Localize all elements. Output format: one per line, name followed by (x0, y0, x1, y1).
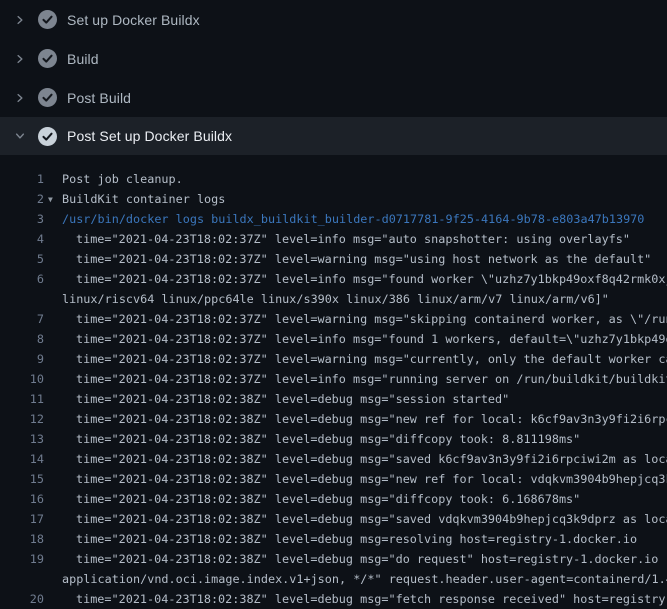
log-line-number[interactable]: 14 (0, 449, 44, 469)
group-label: BuildKit container logs (62, 192, 225, 206)
group-caret-icon: ▼ (48, 190, 62, 209)
log-row: 6time="2021-04-23T18:02:37Z" level=info … (0, 269, 667, 289)
log-row: 11time="2021-04-23T18:02:38Z" level=debu… (0, 389, 667, 409)
check-circle-icon (38, 49, 57, 68)
log-line-number[interactable]: 12 (0, 409, 44, 429)
log-row: 2▼BuildKit container logs (0, 189, 667, 209)
log-line-number[interactable]: 3 (0, 209, 44, 229)
log-line-number (0, 289, 44, 309)
log-row: 19time="2021-04-23T18:02:38Z" level=debu… (0, 549, 667, 569)
log-row: 14time="2021-04-23T18:02:38Z" level=debu… (0, 449, 667, 469)
log-line-number[interactable]: 18 (0, 529, 44, 549)
step-list: Set up Docker Buildx Build Post Build Post … (0, 0, 667, 155)
step-row[interactable]: Post Set up Docker Buildx (0, 117, 667, 155)
log-row: 12time="2021-04-23T18:02:38Z" level=debu… (0, 409, 667, 429)
log-text: time="2021-04-23T18:02:38Z" level=debug … (44, 469, 667, 489)
step-label: Post Set up Docker Buildx (67, 128, 232, 144)
log-text: time="2021-04-23T18:02:37Z" level=warnin… (44, 349, 667, 369)
log-text: time="2021-04-23T18:02:37Z" level=info m… (44, 369, 667, 389)
log-text: time="2021-04-23T18:02:38Z" level=debug … (44, 529, 637, 549)
check-circle-icon (38, 10, 57, 29)
chevron-right-icon (12, 90, 28, 106)
log-line-number[interactable]: 15 (0, 469, 44, 489)
log-text: time="2021-04-23T18:02:37Z" level=info m… (44, 229, 630, 249)
log-text: time="2021-04-23T18:02:38Z" level=debug … (44, 449, 667, 469)
step-row[interactable]: Build (0, 39, 667, 78)
log-text: Post job cleanup. (44, 169, 183, 189)
log-line-number[interactable]: 6 (0, 269, 44, 289)
log-row: 13time="2021-04-23T18:02:38Z" level=debu… (0, 429, 667, 449)
log-text: time="2021-04-23T18:02:38Z" level=debug … (44, 429, 580, 449)
log-viewer: 1Post job cleanup.2▼BuildKit container l… (0, 155, 667, 609)
log-row: 8time="2021-04-23T18:02:37Z" level=info … (0, 329, 667, 349)
log-row: 16time="2021-04-23T18:02:38Z" level=debu… (0, 489, 667, 509)
log-line-number[interactable]: 9 (0, 349, 44, 369)
log-command-text: /usr/bin/docker logs buildx_buildkit_bui… (44, 209, 644, 229)
step-label: Post Build (67, 90, 131, 106)
log-row: 10time="2021-04-23T18:02:37Z" level=info… (0, 369, 667, 389)
log-row: application/vnd.oci.image.index.v1+json,… (0, 569, 667, 589)
log-row: 3/usr/bin/docker logs buildx_buildkit_bu… (0, 209, 667, 229)
log-row: 17time="2021-04-23T18:02:38Z" level=debu… (0, 509, 667, 529)
chevron-right-icon (12, 51, 28, 67)
step-label: Build (67, 51, 99, 67)
step-label: Set up Docker Buildx (67, 12, 200, 28)
log-row: 5time="2021-04-23T18:02:37Z" level=warni… (0, 249, 667, 269)
log-row: 20time="2021-04-23T18:02:38Z" level=debu… (0, 589, 667, 609)
log-text: time="2021-04-23T18:02:37Z" level=warnin… (44, 309, 667, 329)
log-text: time="2021-04-23T18:02:38Z" level=debug … (44, 489, 580, 509)
log-row: 9time="2021-04-23T18:02:37Z" level=warni… (0, 349, 667, 369)
log-line-number[interactable]: 2 (0, 189, 44, 209)
step-row[interactable]: Set up Docker Buildx (0, 0, 667, 39)
chevron-right-icon (12, 12, 28, 28)
step-row[interactable]: Post Build (0, 78, 667, 117)
log-text: time="2021-04-23T18:02:38Z" level=debug … (44, 509, 667, 529)
log-line-number[interactable]: 5 (0, 249, 44, 269)
chevron-down-icon (12, 128, 28, 144)
log-row: 7time="2021-04-23T18:02:37Z" level=warni… (0, 309, 667, 329)
log-text: time="2021-04-23T18:02:37Z" level=info m… (44, 329, 667, 349)
log-row: linux/riscv64 linux/ppc64le linux/s390x … (0, 289, 667, 309)
log-text: time="2021-04-23T18:02:38Z" level=debug … (44, 549, 667, 569)
log-text[interactable]: ▼BuildKit container logs (44, 189, 225, 209)
log-line-number[interactable]: 20 (0, 589, 44, 609)
log-line-number[interactable]: 17 (0, 509, 44, 529)
log-line-number (0, 569, 44, 589)
log-line-number[interactable]: 13 (0, 429, 44, 449)
log-text: time="2021-04-23T18:02:38Z" level=debug … (44, 389, 509, 409)
log-row: 15time="2021-04-23T18:02:38Z" level=debu… (0, 469, 667, 489)
log-line-number[interactable]: 1 (0, 169, 44, 189)
log-text: time="2021-04-23T18:02:37Z" level=info m… (44, 269, 667, 289)
log-line-number[interactable]: 10 (0, 369, 44, 389)
log-text: application/vnd.oci.image.index.v1+json,… (44, 569, 667, 589)
log-line-number[interactable]: 11 (0, 389, 44, 409)
log-row: 1Post job cleanup. (0, 169, 667, 189)
log-text: linux/riscv64 linux/ppc64le linux/s390x … (44, 289, 609, 309)
log-line-number[interactable]: 19 (0, 549, 44, 569)
log-line-number[interactable]: 7 (0, 309, 44, 329)
log-line-number[interactable]: 4 (0, 229, 44, 249)
log-line-number[interactable]: 16 (0, 489, 44, 509)
log-text: time="2021-04-23T18:02:37Z" level=warnin… (44, 249, 651, 269)
log-text: time="2021-04-23T18:02:38Z" level=debug … (44, 409, 667, 429)
check-circle-icon (38, 127, 57, 146)
check-circle-icon (38, 88, 57, 107)
log-row: 4time="2021-04-23T18:02:37Z" level=info … (0, 229, 667, 249)
log-line-number[interactable]: 8 (0, 329, 44, 349)
log-row: 18time="2021-04-23T18:02:38Z" level=debu… (0, 529, 667, 549)
log-text: time="2021-04-23T18:02:38Z" level=debug … (44, 589, 667, 609)
